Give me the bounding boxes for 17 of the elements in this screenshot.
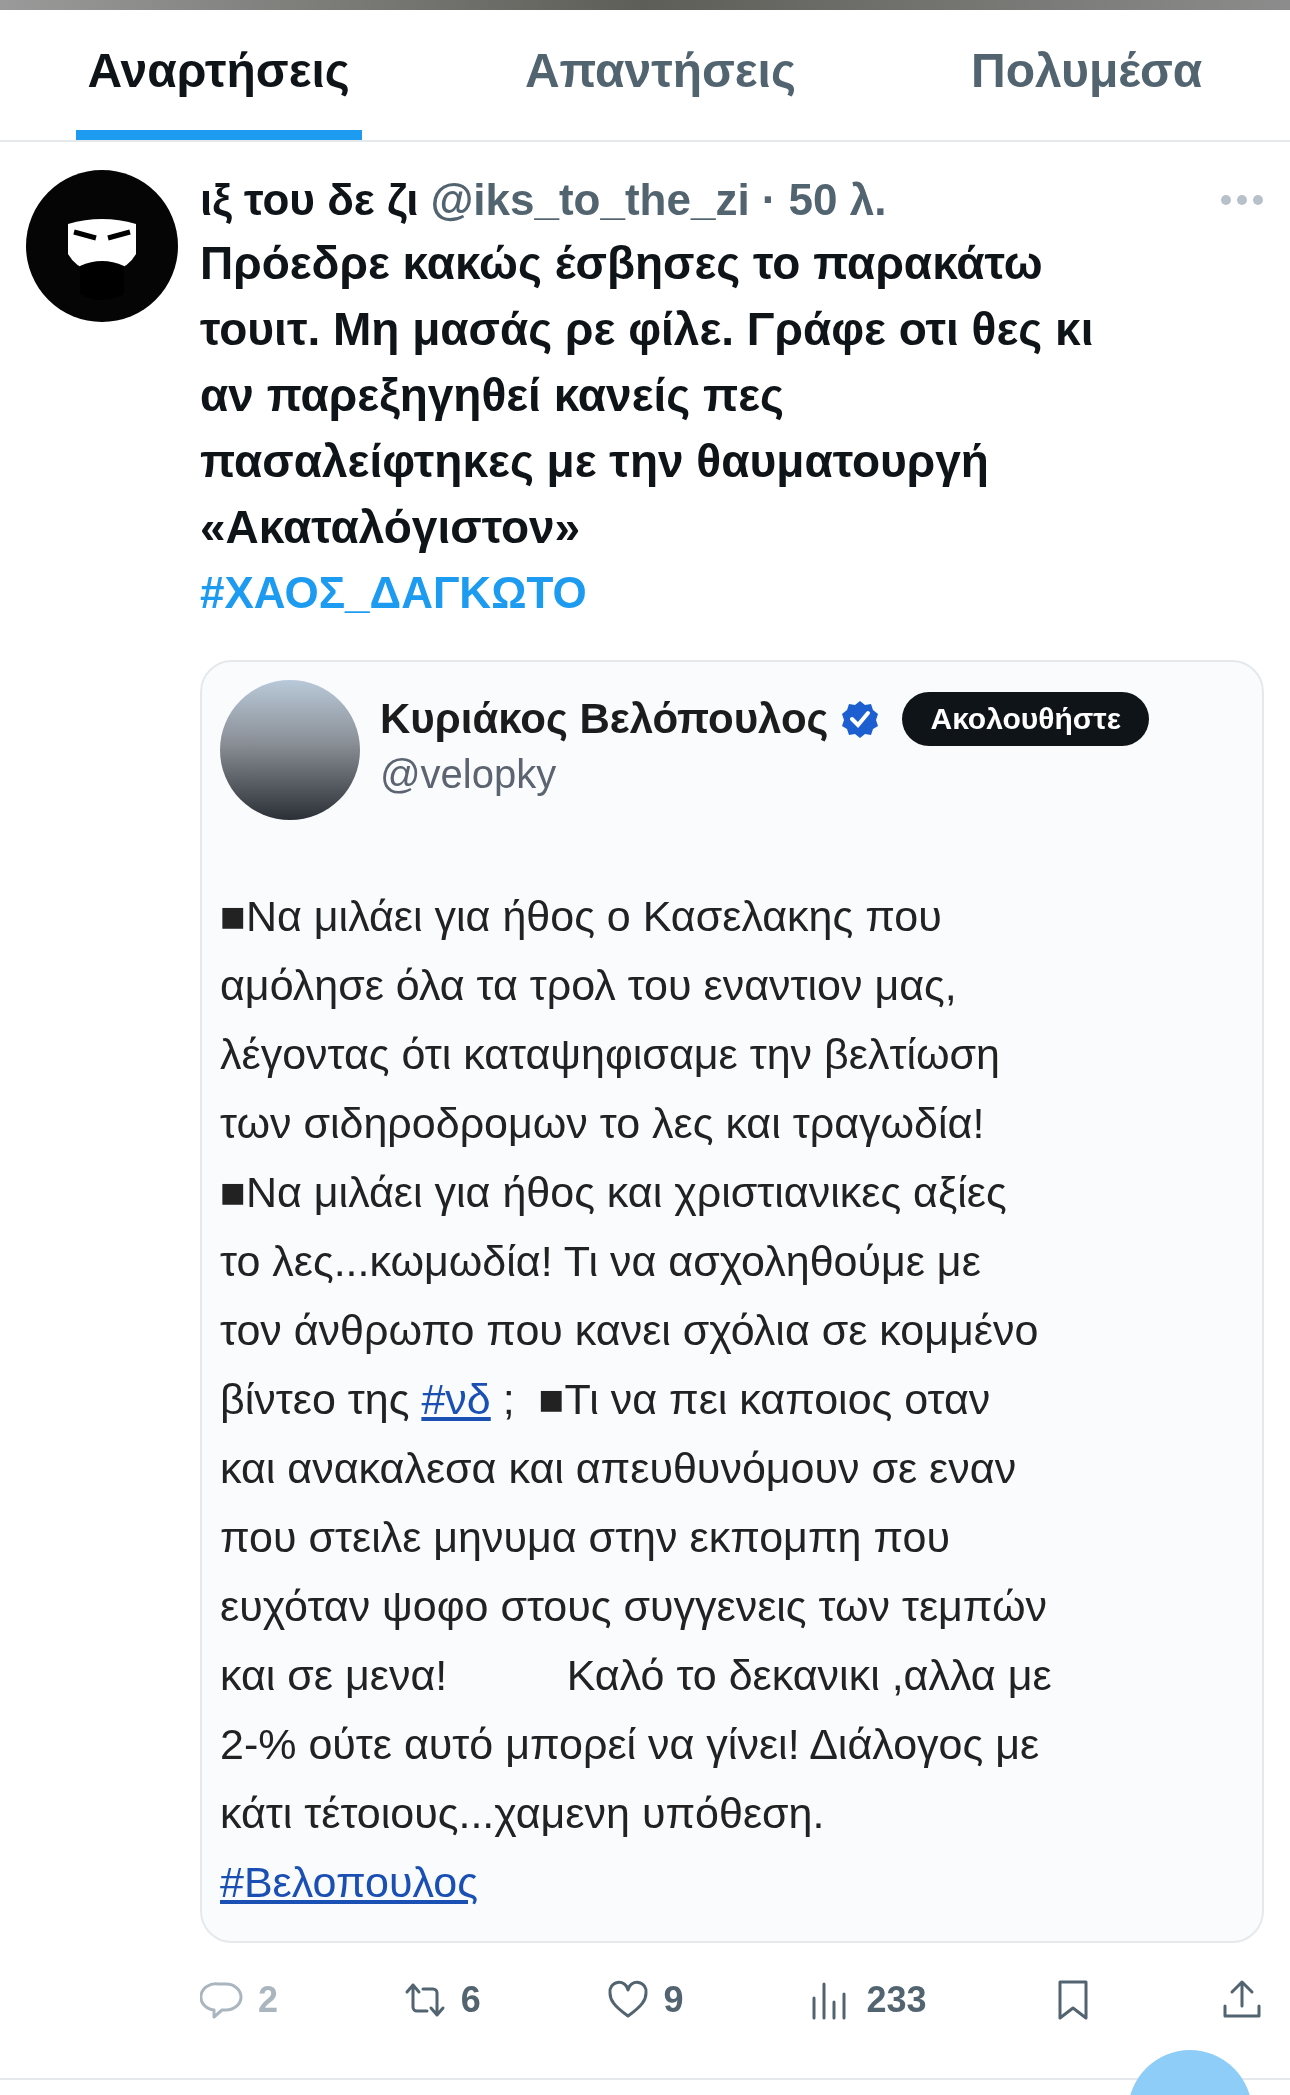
hashtag-link[interactable]: #νδ [421,1375,491,1423]
tab[interactable]: Αναρτήσεις [75,10,362,140]
quoted-author-handle: @velopky [380,752,557,797]
quoted-post-card[interactable] [200,660,1264,1943]
quoted-author-name: Κυριάκος Βελόπουλος [380,695,829,743]
like-action[interactable]: 9 [605,1978,684,2022]
follow-button[interactable]: Ακολουθήστε [902,692,1149,746]
tab[interactable]: Απαντήσεις [512,10,808,140]
hashtag-link[interactable]: #Βελοπουλος [220,1858,478,1906]
views-action[interactable]: 233 [808,1978,927,2022]
post-time: · 50 λ. [761,175,887,225]
repost-action[interactable]: 6 [402,1978,481,2022]
quoted-post-text: ■Να μιλάει για ήθος ο Κασελακης που αμόλησε όλα τα τρολ του εναντιον μας, λέγοντας ότι καταψηφισαμε την βελτίωση των σιδηροδρομων το λες και τραγωδία! ■Να μιλάει για ήθος και χριστιανικες αξίες το λες...κωμωδία! Τι να ασχοληθούμε με τον άνθρωπο που κανει σχόλια σε κομμένο βίντεο της #νδ ; ■Τι να πει καποιος οταν και ανακαλεσα και απευθυνόμουν σε εναν που στειλε μηνυμα στην εκπομπη που ευχόταν ψοφο στους συγγενεις των τεμπών και σε μενα! Καλό το δεκανικι ,αλλα με 2-% ούτε αυτό μπορεί να γίνει! Διάλογος με κάτι τέτοιους...χαμενη υπόθεση. #Βελοπουλος [220,891,1053,1908]
author-handle[interactable]: @iks_to_the_zi [430,175,750,225]
post-text: Πρόεδρε κακώς έσβησες το παρακάτω τουιτ. Μη μασάς ρε φίλε. Γράφε οτι θες κι αν παρεξηγηθεί κανείς πες πασαλείφτηκες με την θαυματουργή «Ακαταλόγιστον» [200,236,1095,555]
tab[interactable]: Πολυμέσα [959,10,1215,140]
author-name[interactable]: ιξ του δε ζι [200,175,419,225]
